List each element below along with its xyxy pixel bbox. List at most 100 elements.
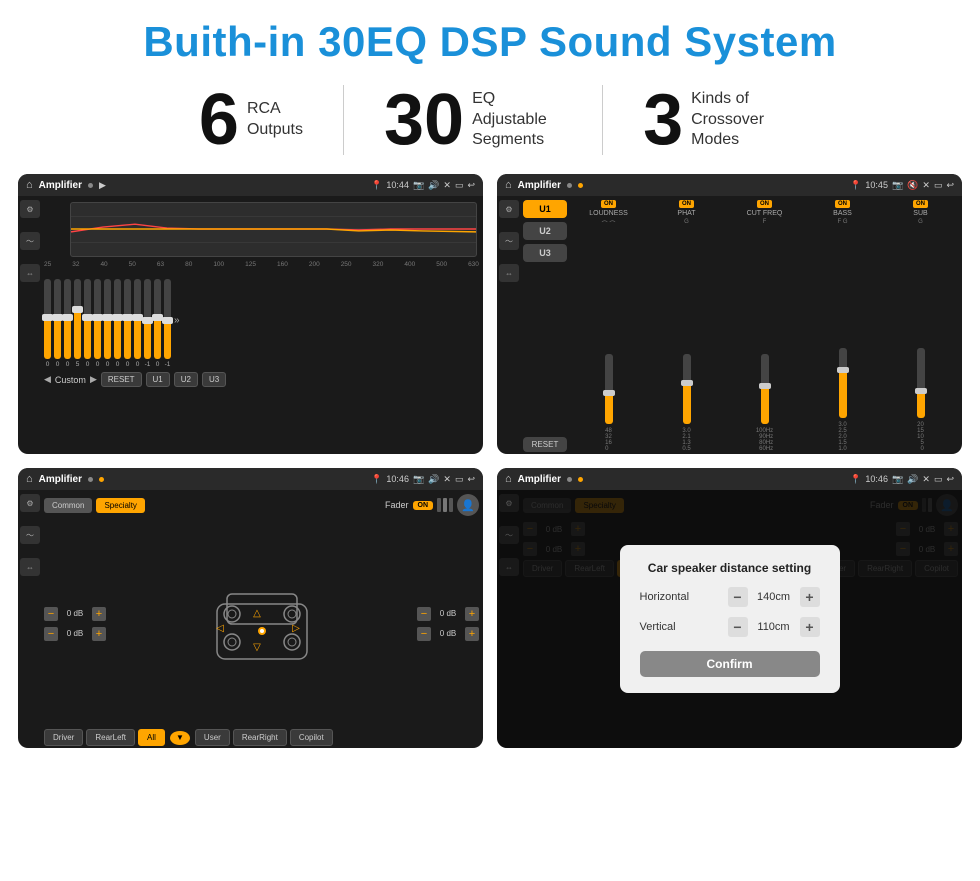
cx-tune-icon[interactable]: ⚙ (499, 200, 519, 218)
eq-tune-icon[interactable]: ⚙ (20, 200, 40, 218)
fader-wave-icon[interactable]: 〜 (20, 526, 40, 544)
dialog-box: Car speaker distance setting Horizontal … (620, 545, 840, 693)
eq-slider-1[interactable]: 0 (44, 273, 51, 368)
cx-dot1 (567, 183, 572, 188)
cx-phat-sub: G (684, 219, 689, 225)
eq-u3-btn[interactable]: U3 (202, 372, 226, 387)
cx-u3-btn[interactable]: U3 (523, 244, 567, 262)
eq-slider-12[interactable]: 0 (154, 273, 161, 368)
cx-back-icon[interactable]: ↩ (946, 180, 954, 191)
fader-plus-4[interactable]: + (465, 627, 479, 641)
stat-crossover: 3 Kinds ofCrossover Modes (603, 84, 821, 156)
fader-minus-4[interactable]: − (417, 627, 431, 641)
back-icon[interactable]: ↩ (467, 180, 475, 191)
eq-u1-btn[interactable]: U1 (146, 372, 170, 387)
eq-more-icon[interactable]: » (174, 315, 180, 326)
fader-minus-3[interactable]: − (417, 607, 431, 621)
fader-screen-card: ⌂ Amplifier 📍 10:46 📷 🔊 ✕ ▭ ↩ ⚙ 〜 ⇔ (18, 468, 483, 748)
dialog-horizontal-minus[interactable]: − (728, 587, 748, 607)
eq-wave-icon[interactable]: 〜 (20, 232, 40, 250)
eq-prev-btn[interactable]: ◀ (44, 374, 51, 385)
eq-slider-5[interactable]: 0 (84, 273, 91, 368)
fader-vol-icon[interactable]: 🔊 (428, 474, 439, 485)
fader-balance-icon[interactable]: ⇔ (20, 558, 40, 576)
minimize-icon[interactable]: ▭ (455, 180, 464, 191)
dialog-min-icon[interactable]: ▭ (934, 474, 943, 485)
cx-bass-on[interactable]: ON (835, 200, 850, 208)
fader-rearleft-btn[interactable]: RearLeft (86, 729, 135, 746)
play-icon[interactable]: ▶ (99, 180, 106, 191)
dialog-back-icon[interactable]: ↩ (946, 474, 954, 485)
cx-u2-btn[interactable]: U2 (523, 222, 567, 240)
fader-rearright-btn[interactable]: RearRight (233, 729, 287, 746)
dialog-title: Car speaker distance setting (640, 561, 820, 575)
fader-plus-2[interactable]: + (92, 627, 106, 641)
fader-plus-3[interactable]: + (465, 607, 479, 621)
dialog-status-bar: ⌂ Amplifier 📍 10:46 📷 🔊 ✕ ▭ ↩ (497, 468, 962, 490)
fader-bar2 (443, 498, 447, 512)
cx-loudness-on[interactable]: ON (601, 200, 616, 208)
fader-minus-2[interactable]: − (44, 627, 58, 641)
fader-tab-specialty[interactable]: Specialty (96, 498, 144, 513)
fader-driver-btn[interactable]: Driver (44, 729, 83, 746)
eq-slider-10[interactable]: 0 (134, 273, 141, 368)
vol-icon[interactable]: 🔊 (428, 180, 439, 191)
dialog-horizontal-label: Horizontal (640, 591, 728, 603)
fader-minus-1[interactable]: − (44, 607, 58, 621)
eq-next-btn[interactable]: ▶ (90, 374, 97, 385)
eq-slider-3[interactable]: 0 (64, 273, 71, 368)
eq-u2-btn[interactable]: U2 (174, 372, 198, 387)
dialog-close-icon[interactable]: ✕ (922, 474, 930, 485)
fader-tune-icon[interactable]: ⚙ (20, 494, 40, 512)
fader-user-btn[interactable]: User (195, 729, 230, 746)
cx-sub-on[interactable]: ON (913, 200, 928, 208)
dialog-confirm-button[interactable]: Confirm (640, 651, 820, 677)
fader-down-arrow[interactable]: ▼ (170, 731, 190, 745)
eq-slider-6[interactable]: 0 (94, 273, 101, 368)
cx-vol-icon[interactable]: 🔇 (907, 180, 918, 191)
fader-tab-common[interactable]: Common (44, 498, 92, 513)
cx-loc-icon: 📍 (850, 180, 861, 191)
cx-min-icon[interactable]: ▭ (934, 180, 943, 191)
eq-reset-btn[interactable]: RESET (101, 372, 142, 387)
eq-slider-11[interactable]: -1 (144, 273, 151, 368)
eq-status-bar: ⌂ Amplifier ▶ 📍 10:44 📷 🔊 ✕ ▭ ↩ (18, 174, 483, 196)
fader-min-icon[interactable]: ▭ (455, 474, 464, 485)
eq-slider-13[interactable]: -1 (164, 273, 171, 368)
dialog-horizontal-plus[interactable]: + (800, 587, 820, 607)
dialog-cam-icon: 📷 (892, 474, 903, 485)
fader-back-icon[interactable]: ↩ (467, 474, 475, 485)
cx-cutfreq-on[interactable]: ON (757, 200, 772, 208)
home-icon-fader[interactable]: ⌂ (26, 473, 33, 485)
dialog-vol-icon[interactable]: 🔊 (907, 474, 918, 485)
stat-eq: 30 EQ AdjustableSegments (344, 84, 602, 156)
fader-time: 10:46 (386, 474, 409, 484)
fader-loc-icon: 📍 (371, 474, 382, 485)
fader-close-icon[interactable]: ✕ (443, 474, 451, 485)
cx-wave-icon[interactable]: 〜 (499, 232, 519, 250)
fader-all-btn[interactable]: All (138, 729, 165, 746)
dialog-vertical-minus[interactable]: − (728, 617, 748, 637)
dialog-vertical-row: Vertical − 110cm + (640, 617, 820, 637)
eq-slider-2[interactable]: 0 (54, 273, 61, 368)
home-icon-dialog[interactable]: ⌂ (505, 473, 512, 485)
cx-balance-icon[interactable]: ⇔ (499, 264, 519, 282)
fader-copilot-btn[interactable]: Copilot (290, 729, 333, 746)
eq-slider-8[interactable]: 0 (114, 273, 121, 368)
cx-u1-btn[interactable]: U1 (523, 200, 567, 218)
eq-slider-9[interactable]: 0 (124, 273, 131, 368)
fader-person-icon[interactable]: 👤 (457, 494, 479, 516)
cx-phat-on[interactable]: ON (679, 200, 694, 208)
home-icon-cx[interactable]: ⌂ (505, 179, 512, 191)
cx-close-icon[interactable]: ✕ (922, 180, 930, 191)
fader-bar1 (437, 498, 441, 512)
fader-on-pill[interactable]: ON (413, 501, 434, 510)
eq-slider-4[interactable]: 5 (74, 273, 81, 368)
close-icon[interactable]: ✕ (443, 180, 451, 191)
cx-reset-btn[interactable]: RESET (523, 437, 567, 452)
dialog-vertical-plus[interactable]: + (800, 617, 820, 637)
fader-plus-1[interactable]: + (92, 607, 106, 621)
home-icon-eq[interactable]: ⌂ (26, 179, 33, 191)
eq-slider-7[interactable]: 0 (104, 273, 111, 368)
eq-balance-icon[interactable]: ⇔ (20, 264, 40, 282)
